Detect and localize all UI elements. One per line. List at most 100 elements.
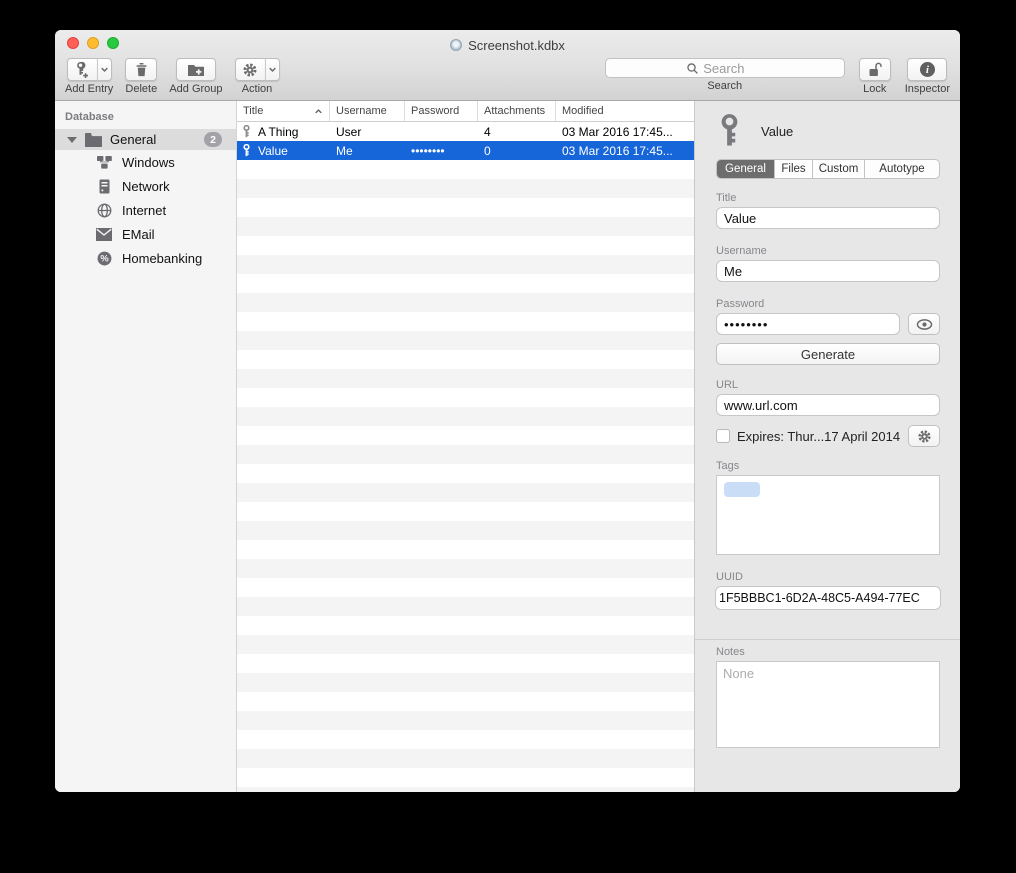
username-field-label: Username bbox=[716, 245, 940, 257]
network-icon bbox=[95, 179, 113, 194]
tab-custom[interactable]: Custom bbox=[813, 160, 865, 178]
sidebar-item-internet[interactable]: Internet bbox=[55, 198, 236, 222]
sidebar-item-general[interactable]: General 2 bbox=[55, 129, 236, 150]
info-icon: i bbox=[920, 62, 935, 77]
column-label: Attachments bbox=[484, 105, 545, 117]
sidebar-item-label: Homebanking bbox=[122, 251, 202, 266]
close-button[interactable] bbox=[67, 37, 79, 49]
column-header-title[interactable]: Title bbox=[237, 101, 330, 121]
window-chrome: Screenshot.kdbx bbox=[55, 30, 960, 101]
cell-title: Value bbox=[258, 144, 288, 158]
toolbar: Add Entry Delete bbox=[55, 56, 960, 100]
svg-text:%: % bbox=[100, 253, 109, 263]
username-field[interactable] bbox=[716, 260, 940, 282]
tab-autotype[interactable]: Autotype bbox=[865, 160, 939, 178]
delete-button[interactable] bbox=[125, 58, 157, 81]
action-button[interactable] bbox=[235, 58, 265, 81]
entry-title: Value bbox=[761, 124, 793, 139]
expires-label: Expires: Thur...17 April 2014 bbox=[737, 429, 908, 444]
table-body[interactable]: A Thing User 4 03 Mar 2016 17:45... Valu… bbox=[237, 122, 694, 792]
sidebar-section-header: Database bbox=[55, 107, 236, 129]
sidebar-item-windows[interactable]: Windows bbox=[55, 150, 236, 174]
action-label: Action bbox=[242, 83, 273, 95]
lock-button[interactable] bbox=[859, 58, 891, 81]
title-field-label: Title bbox=[716, 192, 940, 204]
search-group: Search bbox=[605, 58, 845, 100]
sidebar-item-label: Internet bbox=[122, 203, 166, 218]
table-header: Title Username Password Attachments Modi… bbox=[237, 101, 694, 122]
notes-label: Notes bbox=[716, 646, 940, 658]
tag-token[interactable] bbox=[724, 482, 760, 497]
url-field[interactable] bbox=[716, 394, 940, 416]
generate-button[interactable]: Generate bbox=[716, 343, 940, 365]
cell-username: User bbox=[336, 125, 361, 139]
column-header-password[interactable]: Password bbox=[405, 101, 478, 121]
sidebar-item-email[interactable]: EMail bbox=[55, 222, 236, 246]
column-header-username[interactable]: Username bbox=[330, 101, 405, 121]
add-group-group: Add Group bbox=[169, 58, 222, 100]
search-input[interactable] bbox=[703, 61, 763, 76]
chevron-down-icon bbox=[100, 65, 109, 74]
add-entry-group: Add Entry bbox=[65, 58, 113, 100]
lock-label: Lock bbox=[863, 83, 886, 95]
zoom-button[interactable] bbox=[107, 37, 119, 49]
cell-modified: 03 Mar 2016 17:45... bbox=[562, 125, 673, 139]
cell-attachments: 0 bbox=[484, 144, 491, 158]
disclosure-triangle-icon[interactable] bbox=[67, 137, 77, 143]
delete-group: Delete bbox=[125, 58, 157, 100]
sidebar-item-label: Windows bbox=[122, 155, 175, 170]
unlock-icon bbox=[867, 62, 883, 78]
inspector-button[interactable]: i bbox=[907, 58, 947, 81]
reveal-password-button[interactable] bbox=[908, 313, 940, 335]
entry-table: Title Username Password Attachments Modi… bbox=[237, 101, 695, 792]
document-proxy-icon[interactable] bbox=[450, 39, 462, 51]
search-icon bbox=[686, 62, 699, 75]
cell-attachments: 4 bbox=[484, 125, 491, 139]
sort-ascending-icon bbox=[314, 107, 323, 116]
sidebar-item-label: EMail bbox=[122, 227, 155, 242]
expires-settings-button[interactable] bbox=[908, 425, 940, 447]
tab-files[interactable]: Files bbox=[775, 160, 813, 178]
sidebar-item-network[interactable]: Network bbox=[55, 174, 236, 198]
password-row bbox=[716, 313, 940, 335]
tags-label: Tags bbox=[716, 460, 940, 472]
titlebar[interactable]: Screenshot.kdbx bbox=[55, 30, 960, 56]
folder-icon bbox=[85, 133, 102, 147]
toolbar-right: Search Lock i Inspector bbox=[605, 58, 950, 100]
delete-label: Delete bbox=[125, 83, 157, 95]
search-field[interactable] bbox=[605, 58, 845, 78]
table-row[interactable]: A Thing User 4 03 Mar 2016 17:45... bbox=[237, 122, 694, 141]
add-group-label: Add Group bbox=[169, 83, 222, 95]
window-title: Screenshot.kdbx bbox=[468, 38, 565, 53]
column-label: Username bbox=[336, 105, 387, 117]
add-entry-button[interactable] bbox=[67, 58, 97, 81]
password-field-label: Password bbox=[716, 298, 940, 310]
sidebar: Database General 2 Windows Network bbox=[55, 101, 237, 792]
column-header-attachments[interactable]: Attachments bbox=[478, 101, 556, 121]
uuid-field[interactable] bbox=[715, 586, 941, 610]
folder-plus-icon bbox=[187, 62, 205, 78]
tags-field[interactable] bbox=[716, 475, 940, 555]
tab-general[interactable]: General bbox=[717, 160, 775, 178]
add-group-button[interactable] bbox=[176, 58, 216, 81]
toolbar-left: Add Entry Delete bbox=[65, 58, 280, 100]
eye-icon bbox=[916, 318, 933, 331]
table-row-selected[interactable]: Value Me •••••••• 0 03 Mar 2016 17:45... bbox=[237, 141, 694, 160]
column-label: Title bbox=[243, 105, 263, 117]
internet-icon bbox=[95, 203, 113, 218]
key-icon bbox=[716, 113, 743, 149]
key-icon bbox=[241, 125, 252, 138]
key-icon bbox=[241, 144, 252, 157]
expires-checkbox[interactable] bbox=[716, 429, 730, 443]
add-entry-dropdown[interactable] bbox=[97, 58, 112, 81]
sidebar-item-homebanking[interactable]: % Homebanking bbox=[55, 246, 236, 270]
minimize-button[interactable] bbox=[87, 37, 99, 49]
column-label: Password bbox=[411, 105, 459, 117]
main-area: Database General 2 Windows Network bbox=[55, 101, 960, 792]
url-field-label: URL bbox=[716, 379, 940, 391]
action-dropdown[interactable] bbox=[265, 58, 280, 81]
title-field[interactable] bbox=[716, 207, 940, 229]
password-field[interactable] bbox=[716, 313, 900, 335]
notes-field[interactable] bbox=[716, 661, 940, 748]
column-header-modified[interactable]: Modified bbox=[556, 101, 694, 121]
